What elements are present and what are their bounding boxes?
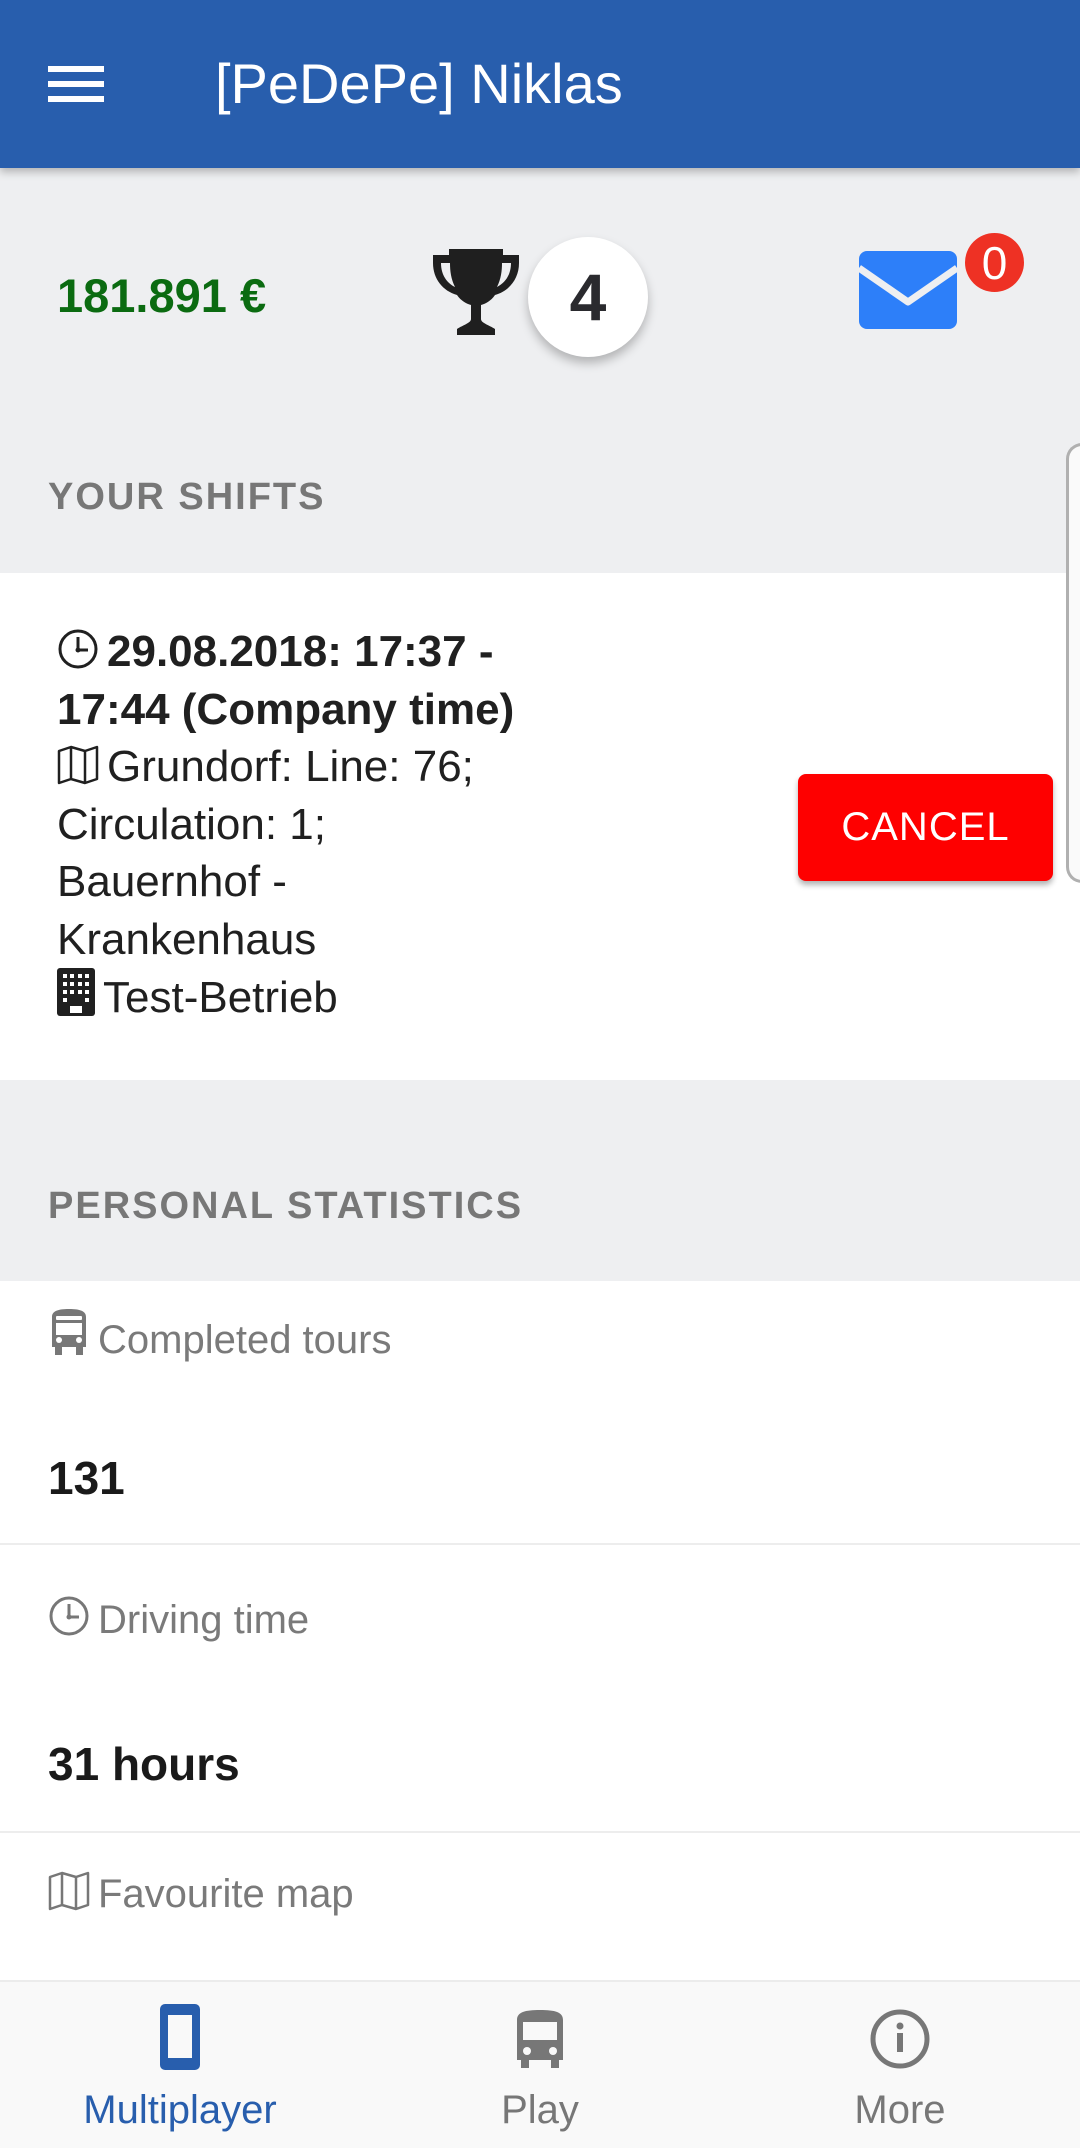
app-bar: [PeDePe] Niklas [0,0,1080,168]
stat-label: Completed tours [98,1318,392,1362]
shift-company-line: Test-Betrieb [57,968,617,1027]
stat-completed-tours: Completed tours 131 [0,1281,1080,1545]
stat-label-row: Favourite map [48,1871,354,1917]
nav-multiplayer[interactable]: Multiplayer [0,1982,360,2148]
hamburger-menu-icon[interactable] [40,58,112,110]
nav-label: Play [501,2088,579,2132]
shift-route: Grundorf: Line: 76; [107,742,474,791]
stat-value: 131 [48,1452,125,1504]
shift-circulation: Circulation: 1; [57,799,327,849]
stat-label: Driving time [98,1598,310,1642]
section-title: YOUR SHIFTS [48,476,326,518]
shift-stop-to: Krankenhaus [57,914,317,964]
cancel-shift-button[interactable]: CANCEL [798,774,1053,881]
shift-stop-from: Bauernhof - [57,857,287,906]
page-title: [PeDePe] Niklas [215,52,623,115]
section-title: PERSONAL STATISTICS [48,1185,524,1227]
shift-time: 29.08.2018: 17:37 - [107,627,494,676]
money-balance: 181.891 € [57,269,267,322]
stat-label-row: Completed tours [48,1309,391,1363]
statistics-list: Completed tours 131 Driving time 31 hour… [0,1281,1080,1981]
bus-icon [52,1309,86,1355]
stat-label-row: Driving time [48,1595,309,1643]
nav-label: Multiplayer [83,2088,277,2132]
map-icon [48,1871,90,1911]
your-shifts-header: YOUR SHIFTS [0,430,1080,573]
rank-badge[interactable]: 4 [528,237,648,357]
clock-icon [58,629,98,669]
shift-route-line: Grundorf: Line: 76; [57,738,617,796]
personal-statistics-header: PERSONAL STATISTICS [0,1080,1080,1281]
shift-time-cont: 17:44 (Company time) [57,684,515,734]
smartphone-icon [160,2004,200,2070]
trophy-icon [433,249,519,335]
shift-time-line: 29.08.2018: 17:37 - [57,623,617,681]
bus-icon [517,2010,563,2068]
stat-driving-time: Driving time 31 hours [0,1545,1080,1833]
envelope-icon[interactable] [858,250,958,330]
unread-messages-badge: 0 [965,233,1024,292]
stat-label: Favourite map [98,1872,354,1916]
app-screen: [PeDePe] Niklas 181.891 € 4 0 YOUR SHIFT… [0,0,1080,2148]
nav-more[interactable]: More [720,1982,1080,2148]
clock-icon [49,1596,89,1636]
nav-play[interactable]: Play [360,1982,720,2148]
stat-favourite-map: Favourite map [0,1833,1080,1981]
info-icon [870,2009,930,2069]
shift-details: 29.08.2018: 17:37 - 17:44 (Company time)… [57,623,617,1027]
shift-company: Test-Betrieb [103,973,338,1022]
stat-value: 31 hours [48,1738,240,1790]
edge-panel-handle[interactable] [1066,443,1080,883]
building-icon [57,968,95,1016]
map-icon [57,745,99,785]
bottom-navigation: Multiplayer Play More [0,1980,1080,2148]
shift-card: 29.08.2018: 17:37 - 17:44 (Company time)… [0,573,1080,1080]
nav-label: More [854,2088,946,2132]
